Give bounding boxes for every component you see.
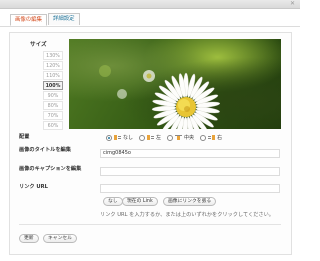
align-center-radio[interactable] xyxy=(167,134,174,141)
align-center-icon xyxy=(175,135,183,140)
title-field-label: 画像のタイトルを編集 xyxy=(19,147,71,153)
size-option-60[interactable]: 60% xyxy=(43,120,63,131)
align-left-option[interactable]: 左 xyxy=(139,134,161,141)
size-option-90[interactable]: 90% xyxy=(43,90,63,101)
daisy-photo xyxy=(99,65,220,129)
align-none-label: なし xyxy=(123,135,134,141)
dialog-titlebar: ✕ xyxy=(0,0,300,9)
caption-field-label: 画像のキャプションを編集 xyxy=(19,166,82,172)
tab-bar: 画像の編集 詳細設定 xyxy=(10,11,81,26)
link-url-input[interactable] xyxy=(100,184,280,193)
link-hint-text: リンク URL を入力するか、または上のいずれかをクリックしてください。 xyxy=(100,212,274,218)
tab-advanced-settings[interactable]: 詳細設定 xyxy=(47,13,80,25)
image-preview xyxy=(69,39,281,129)
alignment-label: 配置 xyxy=(19,134,30,140)
close-icon[interactable]: ✕ xyxy=(289,0,296,7)
tab-edit-image[interactable]: 画像の編集 xyxy=(10,14,47,26)
link-none-button[interactable]: なし xyxy=(103,197,123,206)
size-option-80[interactable]: 80% xyxy=(43,100,63,111)
size-option-130[interactable]: 130% xyxy=(43,51,63,61)
size-option-110[interactable]: 110% xyxy=(43,70,63,81)
align-none-option[interactable]: なし xyxy=(106,134,133,141)
align-right-icon xyxy=(208,135,216,140)
align-center-label: 中央 xyxy=(184,135,195,141)
align-center-option[interactable]: 中央 xyxy=(167,134,194,141)
title-input[interactable]: cimg0845o xyxy=(100,149,280,158)
cancel-button[interactable]: キャンセル xyxy=(43,234,77,243)
size-option-120[interactable]: 120% xyxy=(43,60,63,71)
link-current-button[interactable]: 現在の Link xyxy=(122,197,158,206)
align-none-radio[interactable] xyxy=(106,134,112,141)
actions-divider xyxy=(19,224,281,225)
tab-divider xyxy=(0,26,300,27)
link-image-button[interactable]: 画像にリンクを張る xyxy=(163,197,217,206)
align-none-icon xyxy=(114,135,121,140)
link-url-label: リンク URL xyxy=(19,184,48,190)
alignment-options: なし 左 中央 右 xyxy=(106,134,222,141)
caption-input[interactable] xyxy=(100,167,280,176)
align-right-option[interactable]: 右 xyxy=(200,134,222,141)
size-list: 130% 120% 110% 100% 90% 80% 70% 60% xyxy=(43,51,63,131)
update-button[interactable]: 更新 xyxy=(19,234,39,243)
align-right-radio[interactable] xyxy=(200,134,207,141)
size-option-100[interactable]: 100% xyxy=(43,80,63,91)
size-option-70[interactable]: 70% xyxy=(43,110,63,121)
size-label: サイズ xyxy=(30,42,47,48)
align-left-icon xyxy=(147,135,155,140)
align-right-label: 右 xyxy=(217,135,223,141)
align-left-label: 左 xyxy=(156,135,162,141)
align-left-radio[interactable] xyxy=(139,134,146,141)
